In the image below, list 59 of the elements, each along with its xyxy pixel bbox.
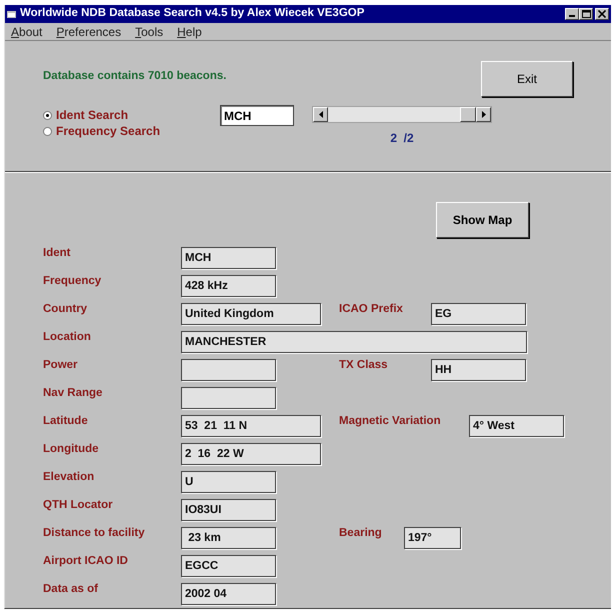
right-arrow-icon [482,111,486,118]
field-label: Ident [43,246,72,261]
field-label: Airport ICAO ID [43,554,129,569]
minimize-button[interactable] [565,8,579,20]
field-label: Latitude [43,414,89,429]
value-field: 4° West [469,415,564,437]
radio-button[interactable] [43,126,52,136]
field-label: Country [43,302,88,317]
status-text: Database contains 7010 beacons. [43,69,228,84]
field-label: Distance to facility [43,526,146,541]
radio-button[interactable] [43,110,52,120]
field-label: Longitude [43,442,100,457]
field-label: Power [43,358,79,373]
scroll-left-button[interactable] [313,107,328,122]
menu-item[interactable]: Preferences [56,22,122,40]
value-field: U [181,471,276,493]
exit-button[interactable]: Exit [481,61,573,97]
left-arrow-icon [318,111,322,118]
field-label: Nav Range [43,386,104,401]
value-field: EG [431,303,526,325]
close-button[interactable] [595,8,609,20]
radio-label[interactable]: Ident Search [56,106,128,124]
show-map-button[interactable]: Show Map [436,202,529,238]
field-label: Magnetic Variation [339,414,442,429]
field-label: Data as of [43,582,99,597]
app-icon [7,10,16,18]
value-field: 23 km [181,527,276,549]
scroll-bar[interactable] [312,106,492,123]
search-field[interactable]: MCH [220,105,294,126]
field-label: Bearing [339,526,383,541]
scroll-thumb[interactable] [460,107,476,122]
value-field: MCH [181,247,276,269]
field-label: TX Class [339,358,389,373]
value-field: IO83UI [181,499,276,521]
minimize-icon [569,15,575,17]
scroll-right-button[interactable] [476,107,491,122]
value-field: 197° [404,527,461,549]
value-field: 53 21 11 N [181,415,321,437]
close-icon [598,10,606,18]
value-field: 2 16 22 W [181,443,321,465]
result-counter: 2 /2 [390,130,414,147]
value-field: 2002 04 [181,583,276,605]
field-label: Frequency [43,274,102,289]
radio-label[interactable]: Frequency Search [56,122,160,140]
value-field: MANCHESTER [181,331,527,353]
menu-item[interactable]: Tools [135,22,164,40]
menu-item[interactable]: About [11,22,42,40]
field-label: ICAO Prefix [339,302,404,317]
menu-item[interactable]: Help [177,22,202,40]
value-field: United Kingdom [181,303,321,325]
field-label: QTH Locator [43,498,114,513]
field-label: Location [43,330,92,345]
value-field: 428 kHz [181,275,276,297]
value-field: HH [431,359,526,381]
maximize-icon [582,10,590,18]
maximize-button[interactable] [579,8,593,20]
value-field: EGCC [181,555,276,577]
window-title: Worldwide NDB Database Search v4.5 by Alex Wiecek VE3GOP [20,6,366,22]
field-label: Elevation [43,470,96,485]
